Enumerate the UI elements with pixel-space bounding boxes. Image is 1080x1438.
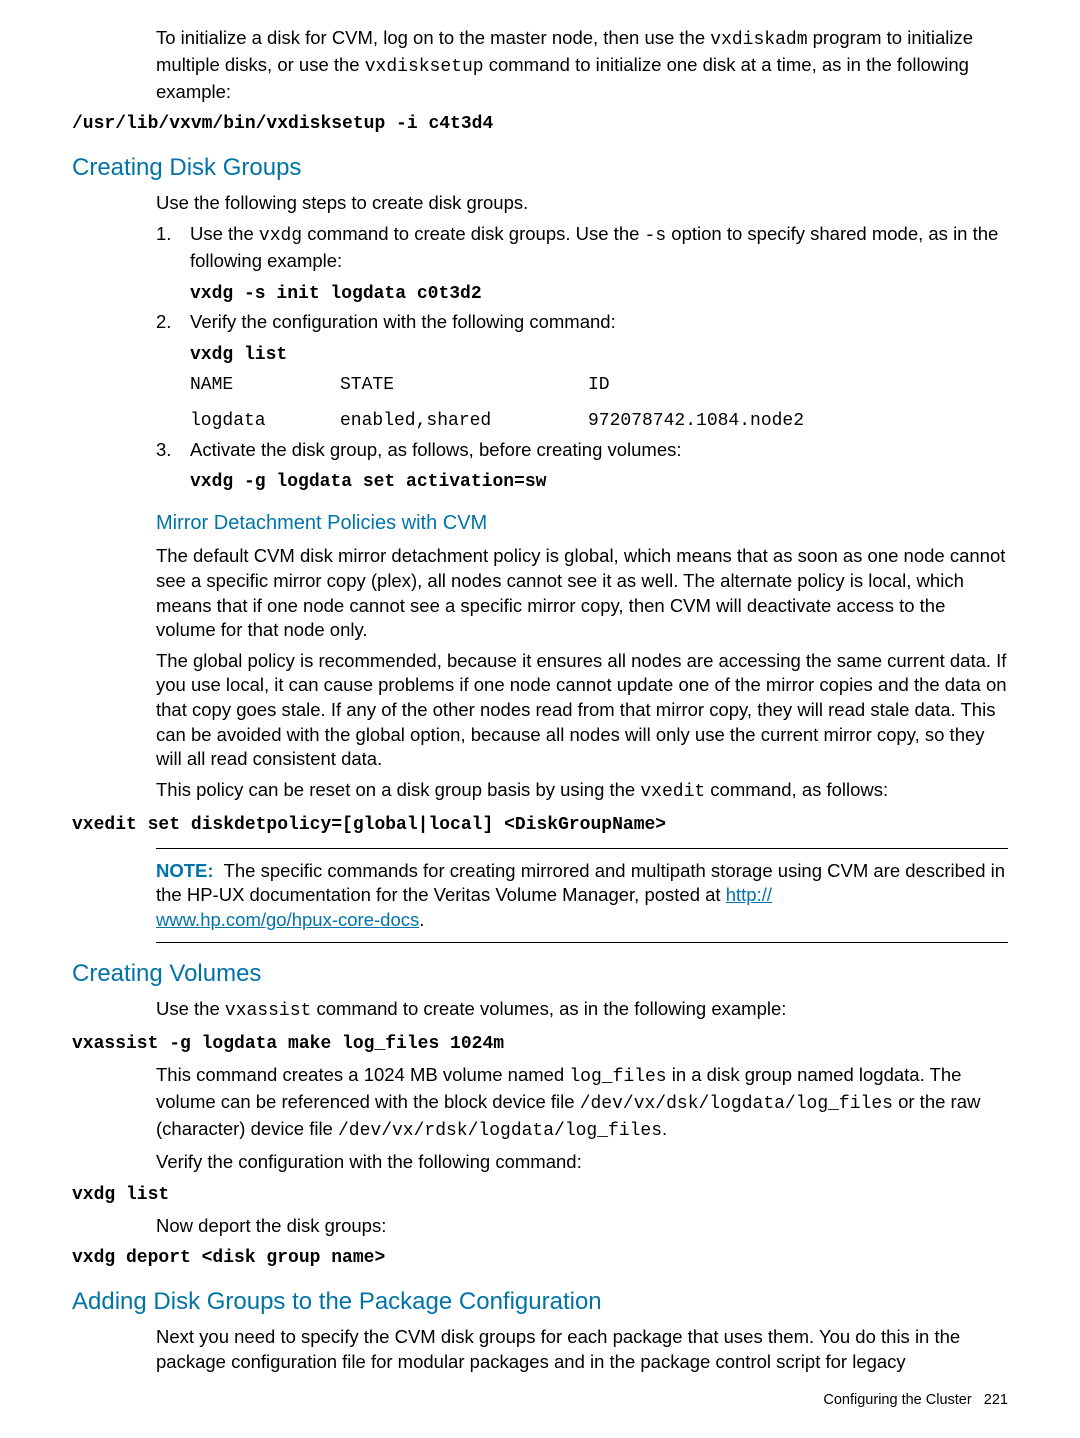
heading-mirror-detachment: Mirror Detachment Policies with CVM (156, 511, 1008, 536)
vol-lead-b: command to create volumes, as in the fol… (311, 998, 786, 1019)
page-footer: Configuring the Cluster 221 (823, 1392, 1008, 1408)
cmd-vxdg: vxdg (259, 226, 302, 246)
intro-example-cmd: /usr/lib/vxvm/bin/vxdisksetup -i c4t3d4 (72, 114, 493, 134)
vol-p2-cmd2: /dev/vx/dsk/logdata/log_files (580, 1094, 893, 1114)
col-state: STATE (340, 374, 588, 398)
step-1-text-b: command to create disk groups. Use the (302, 223, 644, 244)
cmd-vxdiskadm: vxdiskadm (710, 30, 807, 50)
note-text-a: The specific commands for creating mirro… (156, 860, 1005, 906)
col-id: ID (588, 374, 1008, 398)
cell-id: 972078742.1084.node2 (588, 410, 1008, 434)
step-3-number: 3. (156, 438, 190, 463)
cell-state: enabled,shared (340, 410, 588, 434)
intro-text-a: To initialize a disk for CVM, log on to … (156, 27, 710, 48)
step-2: 2. Verify the configuration with the fol… (156, 310, 1008, 433)
vol-p2-a: This command creates a 1024 MB volume na… (156, 1064, 569, 1085)
cmd-vxedit: vxedit (640, 782, 705, 802)
vol-p2-cmd1: log_files (569, 1067, 666, 1087)
step-3-cmd: vxdg -g logdata set activation=sw (190, 472, 546, 492)
step-1-number: 1. (156, 222, 190, 247)
pkg-p1: Next you need to specify the CVM disk gr… (156, 1325, 1008, 1374)
note-box: NOTE:The specific commands for creating … (156, 848, 1008, 944)
note-link-part1[interactable]: http:// (726, 884, 772, 905)
vol-p2: This command creates a 1024 MB volume na… (156, 1063, 1008, 1144)
table-header: NAME STATE ID (190, 374, 1008, 398)
mirror-p3-a: This policy can be reset on a disk group… (156, 779, 640, 800)
vol-cmd3: vxdg deport <disk group name> (72, 1248, 385, 1268)
mirror-p3: This policy can be reset on a disk group… (156, 778, 1008, 805)
heading-creating-volumes: Creating Volumes (72, 959, 1008, 989)
vol-cmd1: vxassist -g logdata make log_files 1024m (72, 1034, 504, 1054)
intro-paragraph: To initialize a disk for CVM, log on to … (156, 26, 1008, 104)
mirror-p3-b: command, as follows: (705, 779, 888, 800)
vol-cmd2: vxdg list (72, 1185, 169, 1205)
step-1: 1. Use the vxdg command to create disk g… (156, 222, 1008, 306)
note-text-b: . (419, 909, 424, 930)
table-row: logdata enabled,shared 972078742.1084.no… (190, 410, 1008, 434)
step-3-text: Activate the disk group, as follows, bef… (190, 439, 682, 460)
step-3: 3. Activate the disk group, as follows, … (156, 438, 1008, 496)
cmd-vxassist: vxassist (225, 1001, 311, 1021)
step-2-text: Verify the configuration with the follow… (190, 311, 616, 332)
cmd-vxdisksetup: vxdisksetup (365, 57, 484, 77)
vol-lead-a: Use the (156, 998, 225, 1019)
mirror-p1: The default CVM disk mirror detachment p… (156, 544, 1008, 642)
step-2-cmd: vxdg list (190, 345, 287, 365)
step-1-example: vxdg -s init logdata c0t3d2 (190, 284, 482, 304)
heading-pkg-config: Adding Disk Groups to the Package Config… (72, 1287, 1008, 1317)
vol-p4: Now deport the disk groups: (156, 1214, 1008, 1239)
col-name: NAME (190, 374, 340, 398)
heading-creating-disk-groups: Creating Disk Groups (72, 153, 1008, 183)
note-label: NOTE: (156, 860, 214, 881)
step-1-text-a: Use the (190, 223, 259, 244)
dg-lead: Use the following steps to create disk g… (156, 191, 1008, 216)
footer-text: Configuring the Cluster (823, 1392, 971, 1408)
note-link-part2[interactable]: www.hp.com/go/hpux-core-docs (156, 909, 419, 930)
page-number: 221 (984, 1392, 1008, 1408)
opt-s: -s (645, 226, 667, 246)
vol-p3: Verify the configuration with the follow… (156, 1150, 1008, 1175)
cell-name: logdata (190, 410, 340, 434)
vol-lead: Use the vxassist command to create volum… (156, 997, 1008, 1024)
vol-p2-cmd3: /dev/vx/rdsk/logdata/log_files (338, 1121, 662, 1141)
vol-p2-d: . (662, 1118, 667, 1139)
mirror-cmd: vxedit set diskdetpolicy=[global|local] … (72, 815, 666, 835)
step-2-number: 2. (156, 310, 190, 335)
mirror-p2: The global policy is recommended, becaus… (156, 649, 1008, 772)
